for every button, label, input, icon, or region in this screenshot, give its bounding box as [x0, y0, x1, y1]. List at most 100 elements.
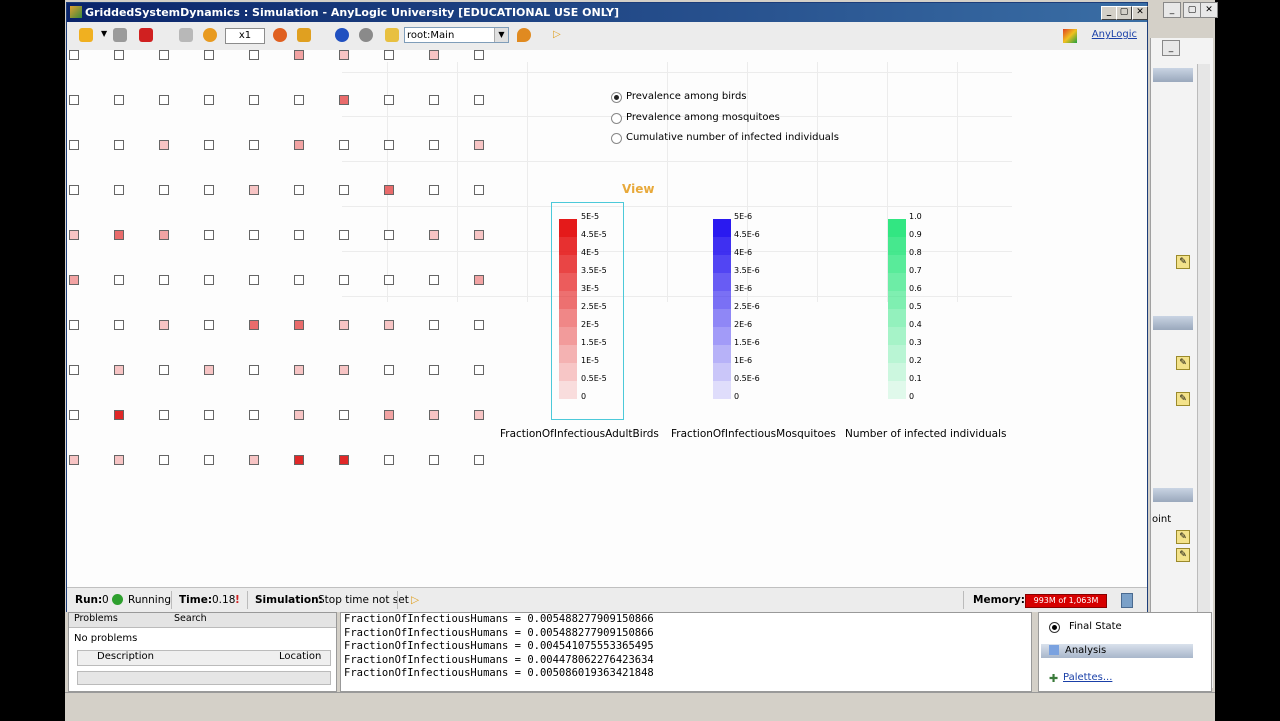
legend-swatch	[713, 327, 731, 345]
chevron-down-icon[interactable]: ▼	[494, 28, 508, 42]
grid-cell	[69, 275, 79, 285]
legend-tick-label: 0.3	[909, 338, 922, 347]
stop-icon[interactable]	[139, 28, 153, 42]
grid-cell	[294, 185, 304, 195]
close-icon[interactable]: ✕	[1200, 2, 1218, 18]
pause-icon[interactable]	[79, 28, 93, 42]
legend-swatch	[888, 291, 906, 309]
window-title: GriddedSystemDynamics : Simulation - Any…	[85, 6, 619, 19]
chevron-down-icon[interactable]: ▼	[101, 29, 107, 38]
legend-swatch	[713, 345, 731, 363]
grid-cell	[384, 95, 394, 105]
grid-cell	[114, 185, 124, 195]
simulation-canvas[interactable]: Prevalence among birds Prevalence among …	[67, 50, 1147, 587]
agent-select[interactable]: root:Main ▼	[404, 27, 509, 43]
legend-tick-label: 2.5E-6	[734, 302, 760, 311]
scrollbar[interactable]	[1197, 64, 1210, 624]
console-line: FractionOfInfectiousHumans = 0.005488277…	[344, 626, 654, 639]
radio-icon[interactable]	[611, 113, 622, 124]
grid-cell	[429, 275, 439, 285]
folder-icon[interactable]	[385, 28, 399, 42]
grid-cell	[339, 365, 349, 375]
edit-icon[interactable]: ✎	[1176, 392, 1190, 406]
running-icon	[112, 594, 123, 605]
panel-tab[interactable]	[1153, 316, 1193, 330]
radio-icon[interactable]	[611, 92, 622, 103]
legend-swatch	[559, 309, 577, 327]
edit-icon[interactable]: ✎	[1176, 530, 1190, 544]
legend-swatch	[888, 363, 906, 381]
column-description[interactable]: Description	[97, 651, 154, 662]
column-location[interactable]: Location	[279, 651, 321, 662]
grid-cell	[294, 365, 304, 375]
panel-tab[interactable]	[1153, 68, 1193, 82]
run-arrow-icon[interactable]: ▷	[411, 594, 419, 606]
edit-icon[interactable]: ✎	[1176, 356, 1190, 370]
legend-title-birds: FractionOfInfectiousAdultBirds	[500, 428, 659, 440]
title-bar[interactable]: GriddedSystemDynamics : Simulation - Any…	[67, 3, 1148, 22]
close-icon[interactable]: ✕	[1132, 6, 1148, 20]
edit-icon[interactable]: ✎	[1176, 548, 1190, 562]
grid-cell	[339, 275, 349, 285]
grid-cell	[429, 230, 439, 240]
grid-cell	[114, 455, 124, 465]
legend-tick-label: 4E-5	[581, 248, 600, 257]
simulation-value: Stop time not set	[318, 594, 409, 606]
simulation-toolbar: ▼ x1 root:Main ▼ ▷ AnyLogic	[67, 22, 1147, 51]
camera-icon[interactable]	[359, 28, 373, 42]
legend-swatch	[713, 255, 731, 273]
legend-tick-label: 0.6	[909, 284, 922, 293]
speed-up-icon[interactable]	[273, 28, 287, 42]
grid-cell	[429, 410, 439, 420]
legend-swatch	[559, 345, 577, 363]
location-pin-icon[interactable]	[517, 28, 531, 42]
ide-properties-panel: ✎ ✎ ✎ ✎ ✎ oint	[1150, 38, 1213, 688]
grid-cell	[69, 365, 79, 375]
panel-tab[interactable]	[1153, 488, 1193, 502]
maximize-icon[interactable]: ▢	[1116, 6, 1132, 20]
edit-icon[interactable]: ✎	[1176, 255, 1190, 269]
final-state-item[interactable]: Final State	[1069, 621, 1122, 632]
palettes-link[interactable]: Palettes...	[1063, 672, 1112, 683]
grid-cell	[384, 140, 394, 150]
horizontal-scrollbar[interactable]	[77, 671, 331, 685]
problems-view: Problems Search No problems Description …	[68, 612, 337, 692]
grid-cell	[474, 230, 484, 240]
analysis-section[interactable]	[1041, 644, 1193, 658]
speed-field[interactable]: x1	[225, 28, 265, 44]
grid-cell	[474, 95, 484, 105]
legend-swatch	[559, 381, 577, 399]
analysis-label: Analysis	[1065, 645, 1107, 656]
run-state: Running	[128, 594, 172, 606]
anylogic-link[interactable]: AnyLogic	[1092, 29, 1137, 40]
simulation-label: Simulation:	[255, 594, 323, 606]
legend-tick-label: 0.2	[909, 356, 922, 365]
grid-cell	[474, 455, 484, 465]
grid-cell	[249, 140, 259, 150]
anylogic-logo-icon	[1063, 29, 1077, 43]
restore-icon[interactable]: ▢	[1183, 2, 1201, 18]
legend-tick-label: 2E-6	[734, 320, 753, 329]
grid-cell	[294, 320, 304, 330]
step-icon[interactable]	[113, 28, 127, 42]
grid-cell	[114, 95, 124, 105]
run-arrow-icon[interactable]: ▷	[553, 29, 561, 40]
tab-search[interactable]: Search	[174, 613, 207, 624]
tab-problems[interactable]: Problems	[74, 613, 118, 624]
grid-cell	[159, 410, 169, 420]
grid-cell	[294, 230, 304, 240]
minimize-icon[interactable]: _	[1162, 40, 1180, 56]
grid-cell	[294, 140, 304, 150]
clock-icon[interactable]	[203, 28, 217, 42]
navigate-icon[interactable]	[335, 28, 349, 42]
minimize-icon[interactable]: _	[1101, 6, 1117, 20]
fast-forward-icon[interactable]	[297, 28, 311, 42]
speed-down-icon[interactable]	[179, 28, 193, 42]
radio-icon[interactable]	[611, 133, 622, 144]
minimize-icon[interactable]: _	[1163, 2, 1181, 18]
legend-tick-label: 2E-5	[581, 320, 600, 329]
view-label: View	[622, 182, 655, 196]
grid-cell	[384, 455, 394, 465]
legend-tick-label: 0.7	[909, 266, 922, 275]
trash-icon[interactable]	[1121, 593, 1133, 608]
